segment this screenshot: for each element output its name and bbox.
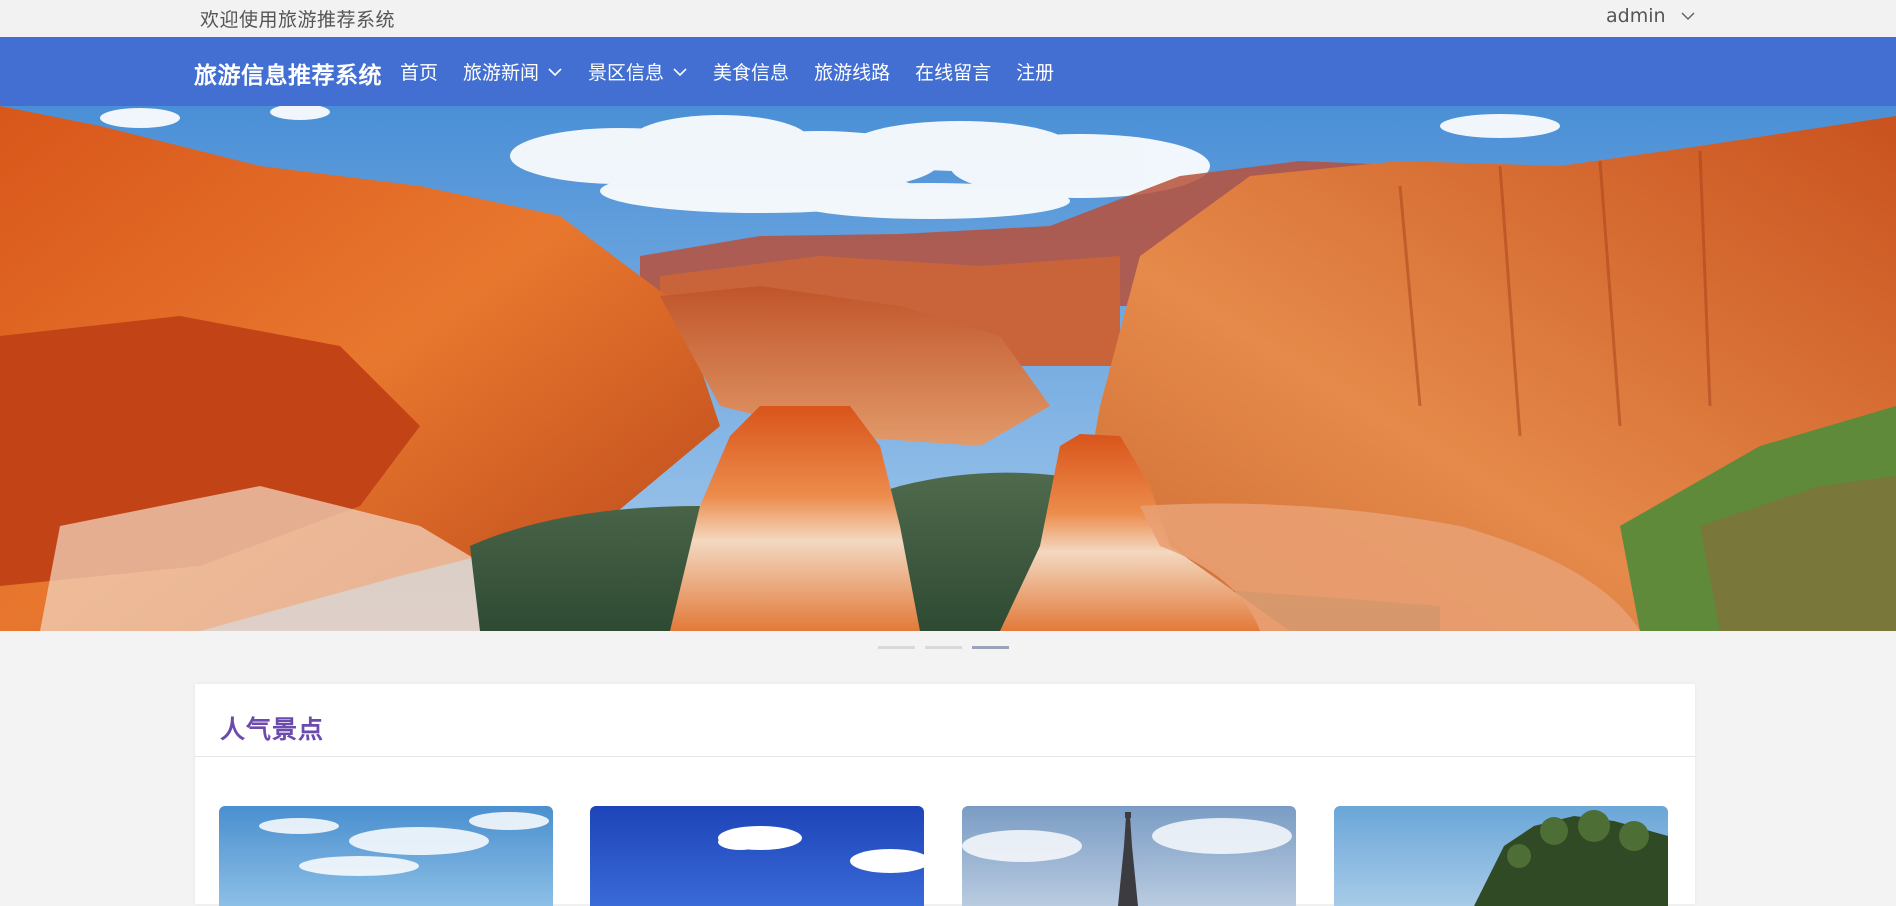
chevron-down-icon: [673, 67, 687, 76]
username: admin: [1606, 5, 1666, 27]
section-title: 人气景点: [220, 715, 325, 744]
chevron-down-icon: [548, 67, 562, 76]
site-brand[interactable]: 旅游信息推荐系统: [194, 56, 382, 90]
nav-item-label: 美食信息: [713, 62, 790, 84]
nav-menu: 首页 旅游新闻 景区信息 美食信息 旅游线路 在线留言 注册: [400, 37, 1079, 106]
hero-carousel[interactable]: [0, 106, 1896, 631]
top-bar: 欢迎使用旅游推荐系统 admin: [0, 0, 1896, 37]
carousel-indicator[interactable]: [925, 646, 962, 649]
carousel-indicator[interactable]: [878, 646, 915, 649]
nav-item-travel-news[interactable]: 旅游新闻: [463, 58, 563, 85]
nav-item-label: 旅游新闻: [463, 62, 540, 84]
nav-item-label: 注册: [1016, 62, 1055, 84]
carousel-indicator-active[interactable]: [972, 646, 1009, 649]
carousel-indicators: [878, 646, 1019, 649]
popular-attractions-section: 人气景点: [195, 684, 1695, 906]
attraction-card[interactable]: [962, 806, 1296, 906]
attraction-image-blue-sky: [590, 806, 924, 906]
attraction-card[interactable]: [1334, 806, 1668, 906]
nav-item-label: 旅游线路: [814, 62, 891, 84]
nav-item-food-info[interactable]: 美食信息: [713, 58, 789, 85]
attraction-card[interactable]: [219, 806, 553, 906]
chevron-down-icon: [1681, 12, 1695, 21]
nav-item-home[interactable]: 首页: [400, 58, 438, 85]
main-navbar: 旅游信息推荐系统 首页 旅游新闻 景区信息 美食信息 旅游线路 在线留言 注册: [0, 37, 1896, 106]
nav-item-label: 景区信息: [588, 62, 665, 84]
attraction-image-tropical-hill: [1334, 806, 1668, 906]
nav-item-scenic-info[interactable]: 景区信息: [588, 58, 688, 85]
attraction-image-eiffel-tower: [962, 806, 1296, 906]
hero-image-canyon: [0, 106, 1896, 631]
user-menu[interactable]: admin: [1606, 5, 1696, 27]
nav-item-messages[interactable]: 在线留言: [915, 58, 991, 85]
nav-item-travel-routes[interactable]: 旅游线路: [814, 58, 890, 85]
section-divider: [195, 756, 1695, 757]
attraction-image-sky-clouds: [219, 806, 553, 906]
welcome-text: 欢迎使用旅游推荐系统: [200, 9, 396, 31]
attraction-card[interactable]: [590, 806, 924, 906]
nav-item-label: 首页: [400, 62, 439, 84]
nav-item-register[interactable]: 注册: [1016, 58, 1054, 85]
nav-item-label: 在线留言: [915, 62, 992, 84]
